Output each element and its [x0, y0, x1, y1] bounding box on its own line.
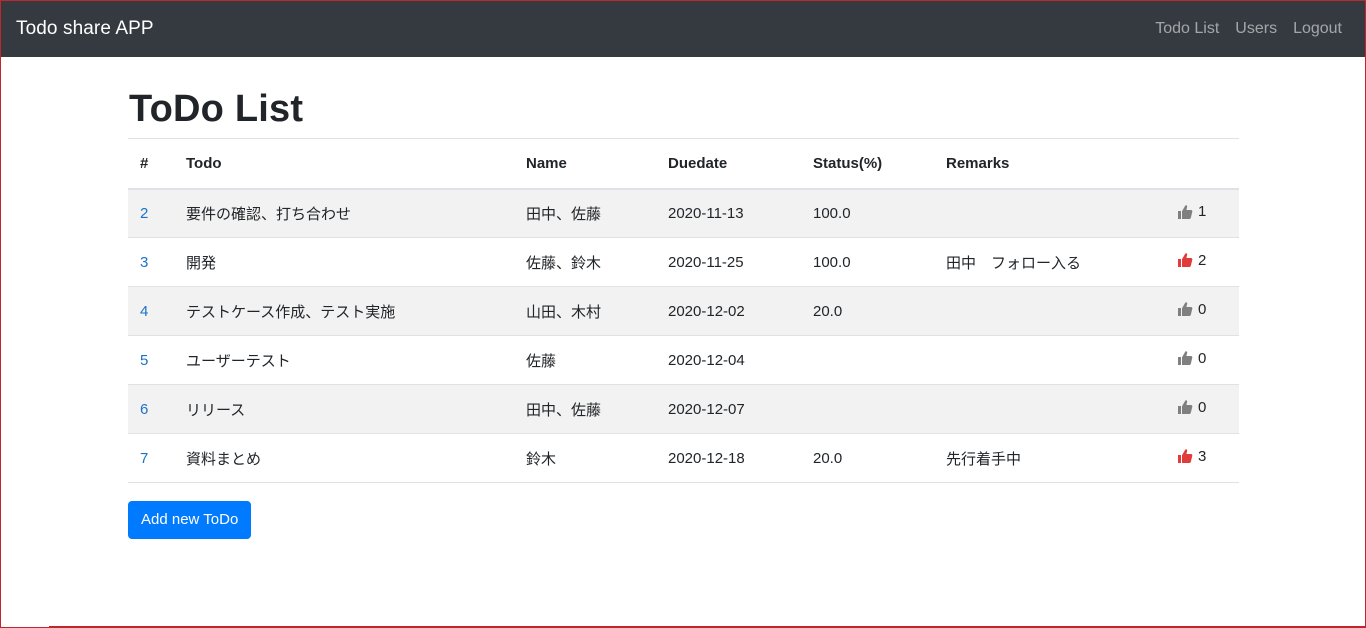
- nav-link-users[interactable]: Users: [1235, 20, 1277, 38]
- name-cell: 田中、佐藤: [514, 188, 656, 238]
- column-header-name: Name: [514, 138, 656, 190]
- todo-cell: テストケース作成、テスト実施: [174, 286, 514, 336]
- like-count: 3: [1198, 447, 1207, 465]
- thumbs-up-icon: [1177, 399, 1193, 415]
- nav-links: Todo List Users Logout: [1155, 20, 1342, 38]
- remarks-cell: 先行着手中: [934, 433, 1165, 483]
- add-todo-button[interactable]: Add new ToDo: [128, 501, 252, 539]
- duedate-cell: 2020-11-13: [656, 188, 801, 238]
- like-count: 0: [1198, 398, 1207, 416]
- todo-id-link[interactable]: 4: [140, 303, 148, 320]
- like-button[interactable]: 3: [1177, 448, 1206, 465]
- remarks-cell: [934, 335, 1165, 385]
- name-cell: 山田、木村: [514, 286, 656, 336]
- todo-cell: 開発: [174, 237, 514, 287]
- status-cell: 20.0: [801, 286, 934, 336]
- column-header-duedate: Duedate: [656, 138, 801, 190]
- window-border-bottom: [49, 626, 1365, 627]
- status-cell: 100.0: [801, 188, 934, 238]
- nav-link-todo-list[interactable]: Todo List: [1155, 20, 1219, 38]
- status-cell: 100.0: [801, 237, 934, 287]
- like-button[interactable]: 0: [1177, 399, 1206, 416]
- thumbs-up-icon: [1177, 252, 1193, 268]
- duedate-cell: 2020-12-07: [656, 384, 801, 434]
- like-count: 1: [1198, 203, 1207, 220]
- status-cell: 20.0: [801, 433, 934, 483]
- todo-id-link[interactable]: 5: [140, 352, 148, 369]
- brand-link[interactable]: Todo share APP: [16, 18, 154, 40]
- thumbs-up-icon: [1177, 301, 1193, 317]
- todo-cell: リリース: [174, 384, 514, 434]
- name-cell: 佐藤、鈴木: [514, 237, 656, 287]
- todo-id-link[interactable]: 3: [140, 254, 148, 271]
- table-row: 5 ユーザーテスト 佐藤 2020-12-04 0: [128, 335, 1239, 385]
- todo-cell: ユーザーテスト: [174, 335, 514, 385]
- status-cell: [801, 384, 934, 434]
- duedate-cell: 2020-12-02: [656, 286, 801, 336]
- navbar: Todo share APP Todo List Users Logout: [1, 1, 1365, 57]
- column-header-todo: Todo: [174, 138, 514, 190]
- like-button[interactable]: 0: [1177, 350, 1206, 367]
- table-row: 3 開発 佐藤、鈴木 2020-11-25 100.0 田中 フォロー入る 2: [128, 237, 1239, 287]
- like-button[interactable]: 1: [1177, 203, 1206, 220]
- todo-id-link[interactable]: 2: [140, 205, 148, 222]
- table-body: 2 要件の確認、打ち合わせ 田中、佐藤 2020-11-13 100.0 1 3…: [128, 188, 1239, 483]
- like-count: 2: [1198, 251, 1207, 269]
- todo-cell: 資料まとめ: [174, 433, 514, 483]
- thumbs-up-icon: [1177, 204, 1193, 220]
- duedate-cell: 2020-12-04: [656, 335, 801, 385]
- name-cell: 鈴木: [514, 433, 656, 483]
- column-header-id: #: [128, 138, 174, 190]
- table-row: 4 テストケース作成、テスト実施 山田、木村 2020-12-02 20.0 0: [128, 286, 1239, 336]
- remarks-cell: [934, 188, 1165, 238]
- column-header-remarks: Remarks: [934, 138, 1165, 190]
- todo-id-link[interactable]: 6: [140, 401, 148, 418]
- todo-table: # Todo Name Duedate Status(%) Remarks 2 …: [128, 138, 1239, 483]
- like-button[interactable]: 0: [1177, 301, 1206, 318]
- like-count: 0: [1198, 300, 1207, 318]
- status-cell: [801, 335, 934, 385]
- duedate-cell: 2020-12-18: [656, 433, 801, 483]
- duedate-cell: 2020-11-25: [656, 237, 801, 287]
- main-content: ToDo List # Todo Name Duedate Status(%) …: [128, 57, 1239, 539]
- column-header-status: Status(%): [801, 138, 934, 190]
- name-cell: 佐藤: [514, 335, 656, 385]
- remarks-cell: [934, 384, 1165, 434]
- column-header-likes: [1165, 138, 1239, 190]
- remarks-cell: 田中 フォロー入る: [934, 237, 1165, 287]
- table-row: 2 要件の確認、打ち合わせ 田中、佐藤 2020-11-13 100.0 1: [128, 188, 1239, 238]
- todo-id-link[interactable]: 7: [140, 450, 148, 467]
- thumbs-up-icon: [1177, 350, 1193, 366]
- todo-cell: 要件の確認、打ち合わせ: [174, 188, 514, 238]
- like-count: 0: [1198, 349, 1207, 367]
- name-cell: 田中、佐藤: [514, 384, 656, 434]
- table-row: 6 リリース 田中、佐藤 2020-12-07 0: [128, 384, 1239, 434]
- nav-link-logout[interactable]: Logout: [1293, 20, 1342, 38]
- table-row: 7 資料まとめ 鈴木 2020-12-18 20.0 先行着手中 3: [128, 433, 1239, 483]
- like-button[interactable]: 2: [1177, 252, 1206, 269]
- table-header: # Todo Name Duedate Status(%) Remarks: [128, 138, 1239, 190]
- remarks-cell: [934, 286, 1165, 336]
- thumbs-up-icon: [1177, 448, 1193, 464]
- app-window: Todo share APP Todo List Users Logout To…: [0, 0, 1366, 628]
- page-title: ToDo List: [129, 88, 304, 130]
